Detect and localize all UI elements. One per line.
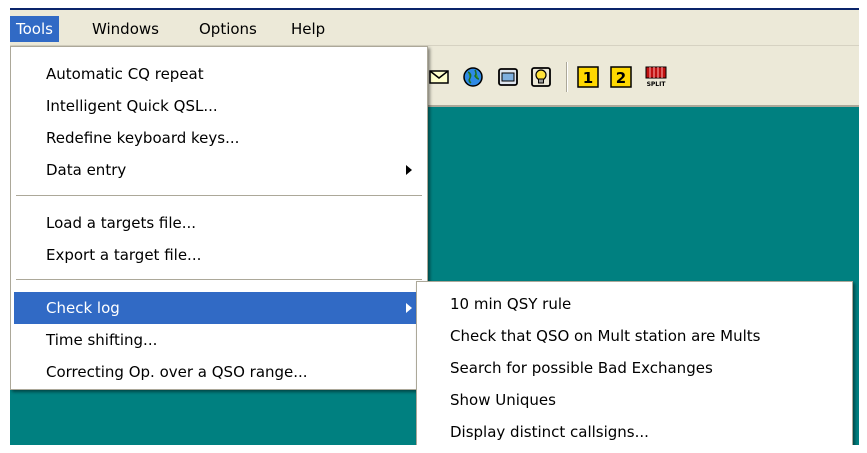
menu-bar: Tools Windows Options Help [10,10,859,46]
menu-item-data-entry[interactable]: Data entry [14,154,424,186]
radio-2-label: 2 [616,69,626,87]
split-icon[interactable]: SPLIT [645,66,667,88]
submenu-arrow-icon [406,165,412,175]
menu-item-correcting-op[interactable]: Correcting Op. over a QSO range... [14,356,424,388]
menu-windows[interactable]: Windows [86,16,165,42]
menu-item-check-log-label: Check log [46,299,120,317]
menu-item-load-targets-file[interactable]: Load a targets file... [14,207,424,239]
window-icon[interactable] [497,66,519,88]
submenu-item-show-uniques[interactable]: Show Uniques [420,384,849,416]
menu-item-check-log[interactable]: Check log [14,292,424,324]
radio-1-label: 1 [583,69,593,87]
submenu-arrow-icon [406,303,412,313]
menu-separator [16,195,422,197]
menu-options[interactable]: Options [193,16,263,42]
mail-icon[interactable] [428,66,450,88]
radio-2-icon[interactable]: 2 [610,66,632,88]
menu-item-time-shifting[interactable]: Time shifting... [14,324,424,356]
radio-1-icon[interactable]: 1 [577,66,599,88]
menu-separator [16,279,422,281]
toolbar-separator [566,62,568,92]
menu-item-intelligent-quick-qsl[interactable]: Intelligent Quick QSL... [14,90,424,122]
split-label: SPLIT [647,81,667,88]
menu-help[interactable]: Help [285,16,331,42]
submenu-item-display-distinct-callsigns[interactable]: Display distinct callsigns... [420,416,849,445]
application-window: Tools Windows Options Help 1 2 SPLIT Aut… [10,8,859,445]
check-log-submenu: 10 min QSY rule Check that QSO on Mult s… [416,281,853,445]
menu-item-automatic-cq-repeat[interactable]: Automatic CQ repeat [14,58,424,90]
submenu-item-check-mult-station[interactable]: Check that QSO on Mult station are Mults [420,320,849,352]
submenu-item-bad-exchanges[interactable]: Search for possible Bad Exchanges [420,352,849,384]
bulb-icon[interactable] [530,66,552,88]
menu-item-data-entry-label: Data entry [46,161,127,179]
submenu-item-10-min-qsy-rule[interactable]: 10 min QSY rule [420,288,849,320]
tools-menu: Automatic CQ repeat Intelligent Quick QS… [10,46,428,390]
menu-item-export-target-file[interactable]: Export a target file... [14,239,424,271]
menu-item-redefine-keyboard-keys[interactable]: Redefine keyboard keys... [14,122,424,154]
globe-icon[interactable] [462,66,484,88]
menu-tools[interactable]: Tools [10,16,59,42]
